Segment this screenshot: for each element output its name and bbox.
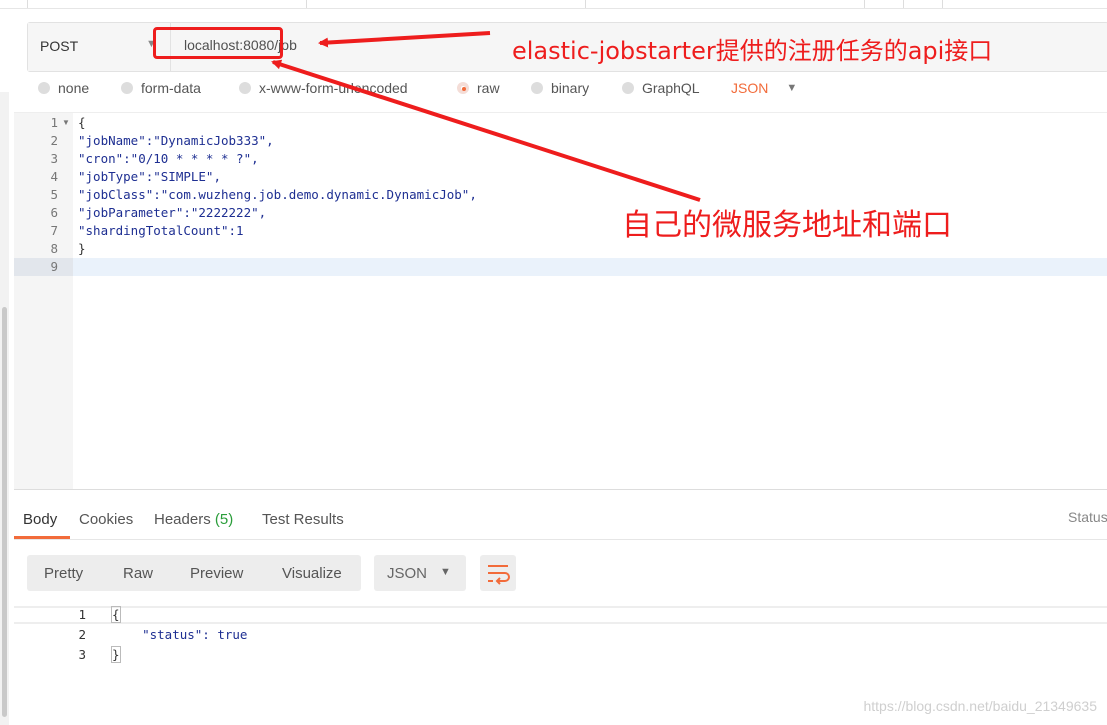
annotation-arrows: [271, 31, 701, 202]
annotation-arrow: [271, 59, 701, 202]
api-annotation-label: elastic-jobstarter提供的注册任务的api接口: [512, 37, 993, 65]
annotation-arrow: [318, 31, 491, 48]
service-annotation-label: 自己的微服务地址和端口: [622, 208, 952, 243]
